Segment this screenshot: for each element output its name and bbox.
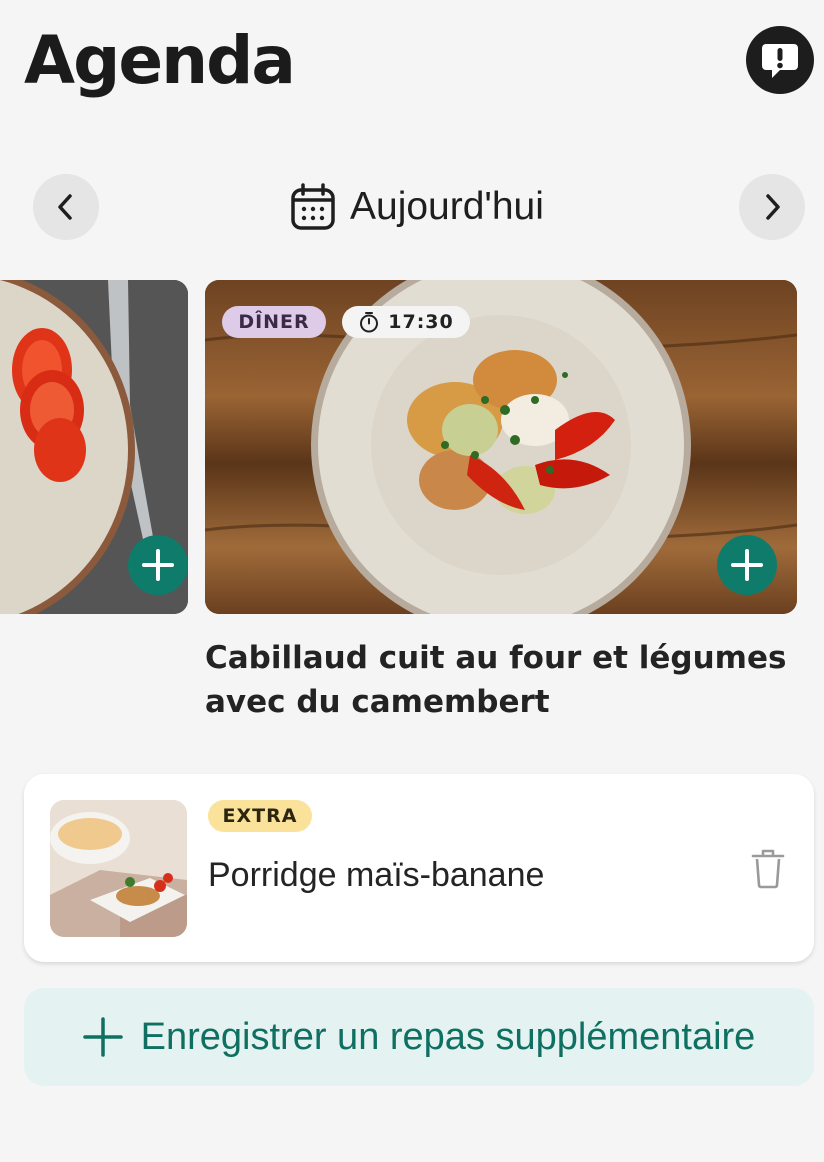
chevron-left-icon [58, 194, 72, 220]
extra-meal-name: Porridge maïs-banane [208, 856, 545, 894]
chevron-right-icon [766, 194, 780, 220]
next-day-button[interactable] [739, 174, 805, 240]
extra-tag: EXTRA [208, 800, 312, 832]
date-label: Aujourd'hui [350, 185, 544, 228]
date-navigation: Aujourd'hui [0, 170, 824, 242]
feedback-button[interactable] [746, 26, 814, 94]
calendar-icon [291, 183, 335, 230]
plus-icon [731, 549, 763, 581]
date-selector[interactable]: Aujourd'hui [290, 182, 544, 232]
extra-meal-thumbnail [50, 800, 187, 937]
add-meal-button[interactable] [717, 535, 777, 595]
meal-card-diner[interactable]: DÎNER 17:30 [205, 280, 797, 614]
extra-meal-card[interactable]: EXTRA Porridge maïs-banane [24, 774, 814, 962]
porridge-photo [50, 800, 187, 937]
add-extra-meal-button[interactable]: Enregistrer un repas supplémentaire [24, 988, 814, 1086]
previous-day-button[interactable] [33, 174, 99, 240]
feedback-exclamation-icon [762, 44, 798, 78]
trash-icon [751, 849, 785, 889]
page-title: Agenda [24, 22, 296, 99]
plus-icon [82, 1017, 123, 1057]
recipe-title[interactable]: Cabillaud cuit au four et légumes avec d… [205, 636, 805, 724]
add-meal-button[interactable] [128, 535, 188, 595]
header: Agenda [0, 0, 824, 130]
delete-extra-button[interactable] [748, 846, 788, 890]
meal-time: 17:30 [388, 311, 454, 333]
add-extra-meal-label: Enregistrer un repas supplémentaire [140, 1015, 756, 1058]
plus-icon [142, 549, 174, 581]
stopwatch-icon [360, 312, 379, 333]
meal-time-tag: 17:30 [342, 306, 470, 338]
meal-card-previous[interactable] [0, 280, 188, 614]
meal-type-tag: DÎNER [222, 306, 326, 338]
